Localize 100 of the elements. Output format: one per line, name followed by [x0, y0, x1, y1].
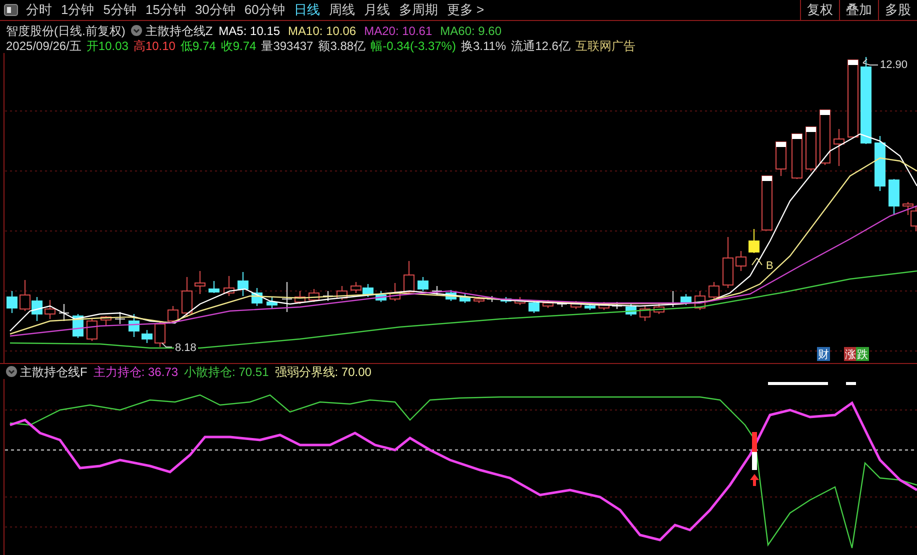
candlestick [100, 316, 112, 326]
period-tab[interactable]: 30分钟 [190, 0, 240, 20]
candlestick [404, 260, 414, 294]
candlestick [680, 294, 692, 306]
candlestick [194, 270, 206, 294]
candlestick [418, 276, 428, 292]
more-button[interactable]: 更多 > [442, 0, 488, 20]
candlestick [570, 300, 582, 310]
toolbar-button[interactable]: 叠加 [839, 0, 878, 20]
candlestick [238, 272, 248, 296]
signal-label: B [766, 260, 774, 272]
candlestick [874, 136, 886, 192]
candlestick [114, 312, 126, 324]
candlestick [308, 288, 320, 302]
candlestick [208, 280, 220, 294]
candlestick [528, 300, 540, 314]
candlestick [362, 284, 374, 298]
candlestick [376, 290, 386, 302]
leader-line [862, 58, 878, 66]
candlestick [432, 286, 442, 296]
quote-value: 量393437 [261, 38, 314, 54]
moving-average-value: MA60: 9.60 [440, 22, 502, 40]
quote-value: 收9.74 [220, 38, 256, 54]
indicator-value: 小散持仓: 70.51 [184, 364, 269, 380]
high-price-label: 12.90 [880, 59, 908, 71]
candlestick [762, 176, 772, 230]
quote-value: 2025/09/26/五 [6, 38, 82, 54]
candlestick [86, 318, 98, 342]
stock-title: 智度股份(日线.前复权) [6, 22, 126, 40]
candlestick [694, 290, 706, 310]
toolbar-button[interactable]: 多股 [878, 0, 917, 20]
candlestick [654, 304, 664, 314]
candlestick [722, 236, 734, 288]
candlestick [626, 304, 636, 316]
period-tab[interactable]: 1分钟 [57, 0, 98, 20]
candlestick [834, 128, 844, 166]
panel-toggle-icon[interactable] [4, 4, 18, 16]
indicator-name: 主散持仓线F [20, 364, 88, 380]
candlestick [20, 280, 30, 312]
toolbar-button[interactable]: 复权 [800, 0, 839, 20]
candlestick [182, 276, 192, 318]
signal-bar [752, 432, 757, 470]
candlestick [350, 282, 362, 294]
candlestick [44, 300, 56, 320]
candlestick [460, 294, 470, 304]
leader-line [162, 342, 172, 348]
quote-value: 换3.11% [460, 38, 506, 54]
candlestick [252, 288, 262, 306]
moving-average-value: MA10: 10.06 [288, 22, 356, 40]
candlestick [6, 290, 18, 314]
candlestick [58, 304, 70, 322]
candlestick [322, 290, 334, 302]
signal-bar [768, 382, 828, 385]
candlestick [598, 302, 610, 310]
candlestick [282, 282, 292, 312]
candlestick [336, 286, 348, 300]
quote-value: 流通12.6亿 [511, 38, 570, 54]
candlestick [584, 302, 596, 310]
candlestick [154, 320, 166, 348]
up-arrow-icon [750, 474, 759, 486]
quote-value: 幅-0.34(-3.37%) [370, 38, 456, 54]
low-price-label: 8.18 [175, 342, 196, 354]
candlestick [612, 302, 622, 310]
moving-average-value: MA20: 10.61 [364, 22, 432, 40]
period-tab[interactable]: 月线 [360, 0, 394, 20]
candlestick [446, 290, 456, 302]
candlestick [128, 314, 140, 338]
candlestick [708, 282, 720, 300]
arrow-icon [752, 258, 762, 266]
candlestick [168, 306, 178, 324]
indicator-name: 主散持仓线Z [145, 22, 213, 40]
period-tab[interactable]: 周线 [324, 0, 359, 20]
period-tab[interactable]: 分时 [22, 0, 56, 20]
period-tab[interactable]: 日线 [290, 0, 324, 20]
candlestick [806, 126, 816, 172]
candlestick [390, 282, 400, 302]
signal-bar [846, 382, 856, 385]
candlestick [224, 276, 234, 296]
indicator-value: 主力持仓: 36.73 [93, 364, 178, 380]
quote-value: 低9.74 [180, 38, 216, 54]
candlestick [792, 134, 802, 180]
candlestick [748, 228, 760, 254]
period-tab[interactable]: 5分钟 [99, 0, 140, 20]
period-tab[interactable]: 多周期 [394, 0, 442, 20]
period-tab[interactable]: 15分钟 [141, 0, 190, 20]
candlestick [32, 296, 42, 322]
dropdown-icon[interactable] [131, 25, 142, 36]
indicator-value: 强弱分界线: 70.00 [274, 364, 372, 380]
candlestick [542, 300, 554, 308]
event-tag[interactable]: 财 [817, 347, 830, 361]
candlestick [556, 300, 568, 308]
dropdown-icon[interactable] [6, 366, 17, 377]
candlestick [514, 296, 526, 306]
candlestick [500, 296, 512, 304]
quote-value: 额3.88亿 [318, 38, 366, 54]
candlestick [294, 290, 306, 304]
candlestick [776, 142, 786, 176]
candlestick [888, 178, 900, 216]
event-tag[interactable]: 涨 [844, 347, 857, 361]
period-tab[interactable]: 60分钟 [240, 0, 289, 20]
